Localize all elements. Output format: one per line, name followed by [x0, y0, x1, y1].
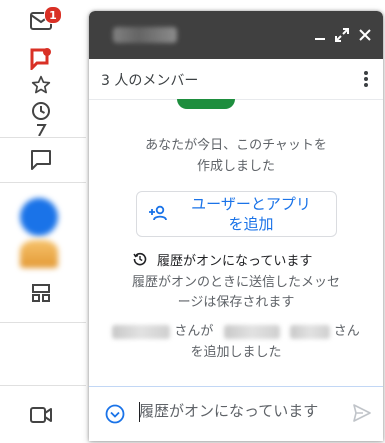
meet-button[interactable]: [24, 398, 58, 432]
chat-title-redacted: [113, 27, 177, 43]
rail-cutoff-item: [24, 124, 58, 136]
mail-unread-badge: 1: [44, 6, 62, 24]
avatar[interactable]: [20, 198, 58, 236]
rail-divider: [0, 182, 86, 183]
clock-icon: [32, 102, 50, 120]
add-button-label: ユーザーとアプリ を追加: [191, 195, 311, 233]
expand-icon: [335, 28, 349, 42]
more-vert-icon: [364, 71, 368, 87]
minimize-button[interactable]: [310, 25, 330, 45]
mail-button[interactable]: 1: [24, 4, 62, 38]
chevron-down-circle-icon[interactable]: [105, 404, 125, 424]
chat-window: 3 人のメンバー あなたが今日、このチャットを 作成しました ユーザーとアプリ …: [89, 11, 383, 441]
redacted-name: [289, 324, 330, 339]
chat-icon: [31, 150, 51, 170]
app-rail: 1: [0, 0, 86, 443]
chat-button[interactable]: [24, 143, 58, 177]
spaces-button[interactable]: [24, 276, 58, 310]
members-added-message: さんが さん を追加しました: [89, 321, 383, 363]
chat-title-bar[interactable]: [89, 11, 383, 59]
more-options-button[interactable]: [355, 68, 377, 90]
chat-bubble-red-icon: [30, 48, 51, 70]
redacted-name: [112, 324, 171, 339]
chat-illustration: [177, 99, 235, 109]
person-add-icon: [149, 205, 167, 221]
video-icon: [30, 407, 52, 423]
text-caret: [139, 402, 140, 422]
member-count[interactable]: 3 人のメンバー: [101, 70, 198, 90]
rail-divider: [0, 322, 86, 323]
star-icon: [31, 75, 51, 94]
created-message: あなたが今日、このチャットを 作成しました: [145, 138, 327, 174]
send-icon[interactable]: [353, 404, 371, 422]
rail-divider: [0, 385, 86, 386]
rail-divider: [0, 137, 86, 138]
history-icon: [133, 252, 147, 266]
history-description: 履歴がオンのときに送信したメッセ ージは保存されます: [131, 275, 340, 310]
spaces-icon: [32, 284, 50, 302]
close-icon: [359, 29, 371, 41]
avatar[interactable]: [20, 240, 58, 268]
chat-header: 3 人のメンバー: [89, 59, 383, 100]
add-people-apps-button[interactable]: ユーザーとアプリ を追加: [136, 191, 337, 237]
history-status: 履歴がオンになっています: [133, 249, 312, 269]
message-input[interactable]: 履歴がオンになっています: [139, 400, 347, 424]
close-button[interactable]: [355, 25, 375, 45]
history-status-text: 履歴がオンになっています: [157, 253, 313, 269]
redacted-name: [223, 324, 280, 339]
snoozed-button[interactable]: [24, 94, 58, 128]
minimize-icon: [315, 38, 325, 40]
popout-button[interactable]: [332, 25, 352, 45]
compose-bar: 履歴がオンになっています: [89, 386, 383, 441]
